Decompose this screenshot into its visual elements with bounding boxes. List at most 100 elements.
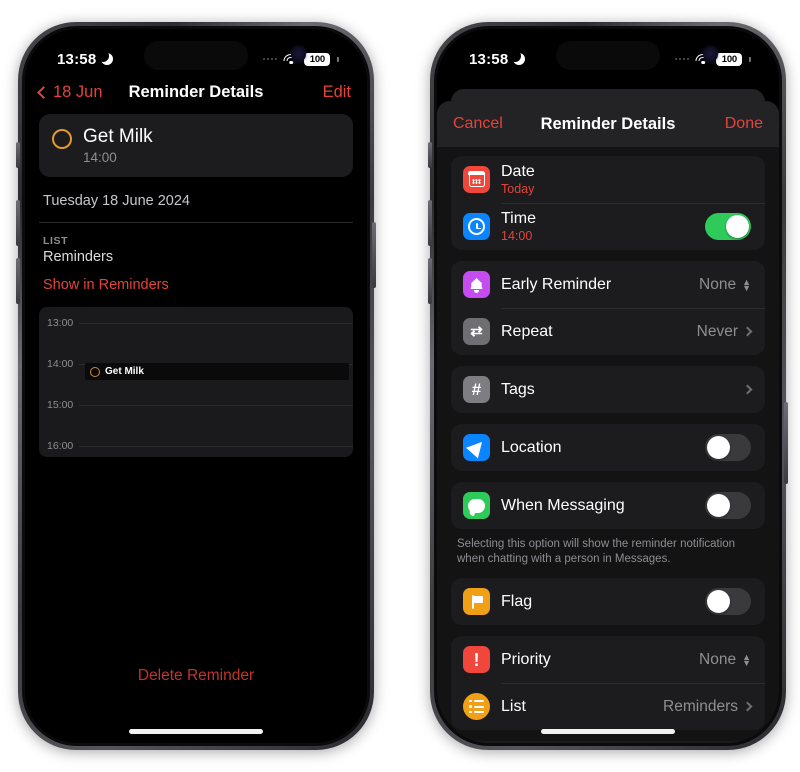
repeat-icon: ⇄: [463, 318, 490, 345]
timeline-hour-label: 13:00: [47, 317, 74, 329]
phone-right: 13:58 100 Cancel Reminder Details Done D…: [428, 22, 788, 750]
row-subtasks[interactable]: Subtasks 0: [451, 741, 765, 743]
row-list-value: Reminders: [663, 697, 738, 715]
row-flag-control: [705, 588, 751, 615]
row-when-messaging-label: When Messaging: [501, 496, 625, 514]
bulleted-list-icon: [463, 693, 490, 720]
flag-toggle[interactable]: [705, 588, 751, 615]
home-indicator-left[interactable]: [129, 729, 263, 734]
row-list[interactable]: List Reminders: [451, 683, 765, 730]
battery-cap-right: [749, 56, 751, 62]
volume-up-button-right[interactable]: [428, 200, 432, 246]
timeline-view[interactable]: 13:00 14:00 15:00 16:00 Get Milk: [39, 307, 353, 457]
row-tags[interactable]: # Tags: [451, 366, 765, 413]
silent-switch-left[interactable]: [16, 142, 20, 168]
timeline-hour-label: 14:00: [47, 358, 74, 370]
back-button-label: 18 Jun: [53, 83, 103, 101]
timeline-event[interactable]: Get Milk: [85, 363, 349, 380]
circle-checkbox-icon[interactable]: [90, 366, 100, 377]
group-location: Location: [451, 424, 765, 471]
location-toggle[interactable]: [705, 434, 751, 461]
battery-cap-left: [337, 56, 339, 62]
delete-reminder-button[interactable]: Delete Reminder: [25, 667, 367, 685]
group-tags: # Tags: [451, 366, 765, 413]
row-time-label: Time: [501, 210, 536, 227]
row-repeat-value: Never: [696, 322, 738, 340]
circle-checkbox-icon[interactable]: [52, 129, 72, 149]
row-date[interactable]: Date Today: [451, 156, 765, 203]
when-messaging-footnote: Selecting this option will show the remi…: [457, 538, 736, 565]
crescent-moon-icon: [97, 50, 114, 65]
when-messaging-toggle[interactable]: [705, 492, 751, 519]
group-subtasks: Subtasks 0: [451, 741, 765, 743]
hash-icon: #: [463, 376, 490, 403]
task-time: 14:00: [83, 150, 117, 165]
row-early-reminder-control[interactable]: None ▲ ▼: [699, 276, 751, 294]
done-button[interactable]: Done: [725, 115, 763, 133]
row-date-texts: Date Today: [501, 163, 535, 196]
volume-up-button-left[interactable]: [16, 200, 20, 246]
chevron-right-icon: [742, 701, 753, 712]
screen-left: 13:58 100 18 Jun Reminder Details Edit G…: [25, 29, 367, 743]
row-priority-label: Priority: [501, 650, 551, 668]
back-button[interactable]: 18 Jun: [37, 83, 103, 102]
group-when-messaging: When Messaging: [451, 482, 765, 529]
calendar-icon: [463, 166, 490, 193]
silent-switch-right[interactable]: [428, 142, 432, 168]
navigation-bar-left: 18 Jun Reminder Details Edit: [25, 79, 367, 114]
row-priority-value: None: [699, 650, 737, 668]
timeline-event-title: Get Milk: [105, 366, 144, 377]
cellular-signal-icon: [262, 57, 278, 61]
group-priority-list: ! Priority None ▲ ▼ List Reminders: [451, 636, 765, 730]
row-repeat[interactable]: ⇄ Repeat Never: [451, 308, 765, 355]
row-when-messaging[interactable]: When Messaging: [451, 482, 765, 529]
left-content: Get Milk 14:00 Tuesday 18 June 2024 LIST…: [25, 114, 367, 457]
row-priority[interactable]: ! Priority None ▲ ▼: [451, 636, 765, 683]
row-repeat-control[interactable]: Never: [696, 322, 753, 341]
battery-indicator-left: 100: [304, 52, 331, 66]
clock-icon: [463, 213, 490, 240]
flag-icon: [463, 588, 490, 615]
list-section-label: LIST: [43, 235, 69, 247]
stepper-updown-icon: ▲ ▼: [742, 276, 751, 293]
row-list-control[interactable]: Reminders: [663, 697, 753, 716]
row-location[interactable]: Location: [451, 424, 765, 471]
timeline-hour-label: 16:00: [47, 440, 74, 452]
volume-down-button-left[interactable]: [16, 258, 20, 304]
row-early-reminder[interactable]: Early Reminder None ▲ ▼: [451, 261, 765, 308]
bell-icon: [463, 271, 490, 298]
reminder-details-sheet: Cancel Reminder Details Done Date Today: [437, 101, 779, 743]
timeline-gridline: [79, 322, 353, 324]
row-repeat-label: Repeat: [501, 322, 553, 340]
timeline-hour-label: 15:00: [47, 399, 74, 411]
status-time-left: 13:58: [57, 50, 114, 68]
stepper-updown-icon: ▲ ▼: [742, 651, 751, 668]
power-button-right[interactable]: [784, 402, 788, 484]
row-time[interactable]: Time 14:00: [451, 203, 765, 250]
row-tags-control[interactable]: [742, 384, 753, 395]
home-indicator-right[interactable]: [541, 729, 675, 734]
battery-indicator-right: 100: [716, 52, 743, 66]
crescent-moon-icon: [509, 50, 526, 65]
time-toggle[interactable]: [705, 213, 751, 240]
task-card-texts: Get Milk 14:00: [83, 126, 153, 165]
edit-button[interactable]: Edit: [323, 83, 351, 102]
row-priority-control[interactable]: None ▲ ▼: [699, 651, 751, 669]
volume-down-button-right[interactable]: [428, 258, 432, 304]
row-flag[interactable]: Flag: [451, 578, 765, 625]
cancel-button[interactable]: Cancel: [453, 115, 503, 133]
group-flag: Flag: [451, 578, 765, 625]
status-time-text-left: 13:58: [57, 50, 97, 68]
power-button-left[interactable]: [372, 222, 376, 288]
screen-right: 13:58 100 Cancel Reminder Details Done D…: [437, 29, 779, 743]
show-in-reminders-link[interactable]: Show in Reminders: [39, 265, 353, 293]
row-early-reminder-label: Early Reminder: [501, 275, 612, 293]
row-list-label: List: [501, 697, 526, 715]
row-location-label: Location: [501, 438, 562, 456]
row-time-value: 14:00: [501, 229, 533, 243]
timeline-gridline: [79, 404, 353, 406]
timeline-hour-row: 15:00: [39, 399, 353, 411]
chevron-left-icon: [37, 86, 50, 99]
timeline-hour-row: 13:00: [39, 317, 353, 329]
task-card[interactable]: Get Milk 14:00: [39, 114, 353, 177]
